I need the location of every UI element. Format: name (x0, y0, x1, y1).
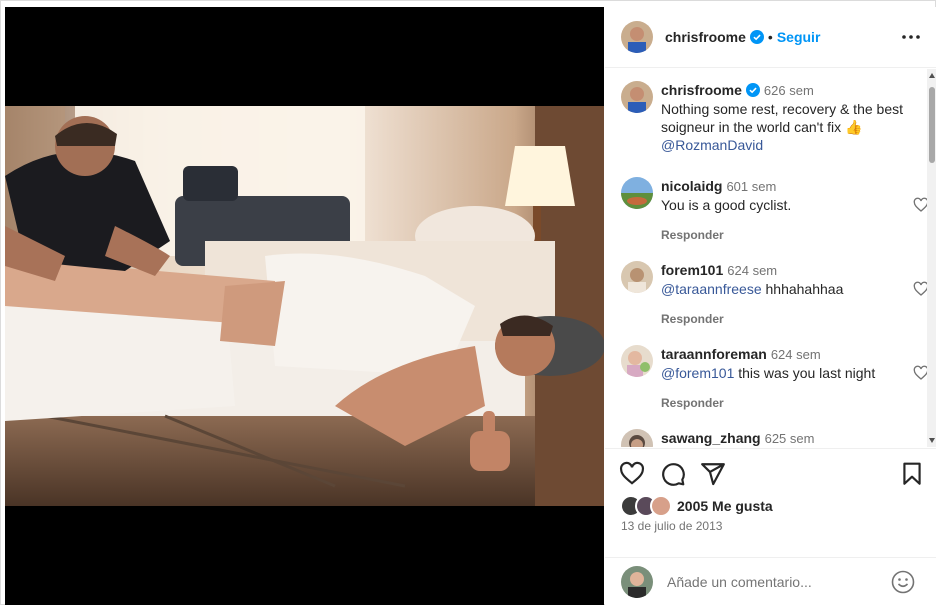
comment-mention-link[interactable]: @taraannfreese (661, 281, 762, 297)
header-separator: • (767, 29, 773, 45)
commenter-avatar[interactable] (621, 261, 653, 293)
like-heart-icon[interactable] (619, 461, 645, 487)
comment-username[interactable]: taraannforeman (661, 346, 767, 362)
scroll-down-arrow-icon[interactable] (929, 438, 935, 443)
post-actions: 2005 Me gusta 13 de julio de 2013 (605, 448, 936, 605)
comment-body: nicolaidg 601 sem You is a good cyclist. … (661, 177, 891, 244)
caption-time[interactable]: 626 sem (764, 83, 814, 98)
comments-scrollbar[interactable] (927, 69, 936, 447)
share-paper-plane-icon[interactable] (700, 461, 726, 487)
comment-bubble-icon[interactable] (660, 461, 686, 487)
scrollbar-thumb[interactable] (929, 87, 935, 163)
reply-button[interactable]: Responder (661, 394, 891, 412)
follow-button[interactable]: Seguir (777, 29, 821, 45)
likes-count[interactable]: 2005 Me gusta (677, 498, 773, 514)
massage-photo (5, 106, 604, 506)
comment-text: @forem101 this was you last night (661, 364, 891, 382)
add-comment-input[interactable] (667, 574, 867, 590)
comment-time[interactable]: 624 sem (727, 263, 777, 278)
scroll-up-arrow-icon[interactable] (929, 73, 935, 78)
comment-username[interactable]: nicolaidg (661, 178, 722, 194)
comment-time[interactable]: 624 sem (771, 347, 821, 362)
instagram-post-modal: chrisfroome • Seguir chrisfroome 626 sem… (0, 0, 936, 605)
comment-row: taraannforeman 624 sem @forem101 this was… (621, 345, 921, 412)
caption-row: chrisfroome 626 sem Nothing some rest, re… (621, 81, 921, 154)
post-date[interactable]: 13 de julio de 2013 (621, 519, 722, 533)
commenter-avatar[interactable] (621, 345, 653, 377)
likers-avatars[interactable] (621, 495, 671, 517)
caption-verified-badge-icon (745, 83, 760, 97)
caption-text: Nothing some rest, recovery & the best s… (661, 101, 903, 135)
comment-text-content: hhhahahhaa (761, 281, 844, 297)
comment-mention-link[interactable]: @forem101 (661, 365, 734, 381)
comment-row: nicolaidg 601 sem You is a good cyclist. … (621, 177, 921, 244)
post-photo[interactable] (5, 106, 604, 506)
comment-text: You is a good cyclist. (661, 197, 792, 213)
save-bookmark-icon[interactable] (899, 461, 925, 487)
add-comment-bar (605, 557, 936, 606)
comment-row: forem101 624 sem @taraannfreese hhhahahha… (621, 261, 921, 328)
post-header: chrisfroome • Seguir (605, 7, 936, 68)
comment-username[interactable]: sawang_zhang (661, 430, 761, 446)
comment-text-content: this was you last night (734, 365, 876, 381)
comment-text: @taraannfreese hhhahahhaa (661, 280, 891, 298)
emoji-smile-icon[interactable] (891, 570, 915, 594)
comment-body: sawang_zhang 625 sem (661, 429, 891, 447)
comment-username[interactable]: forem101 (661, 262, 723, 278)
caption-username[interactable]: chrisfroome (661, 82, 742, 98)
author-avatar[interactable] (621, 21, 653, 53)
verified-badge-icon (749, 30, 764, 44)
comments-list[interactable]: chrisfroome 626 sem Nothing some rest, re… (605, 69, 936, 447)
caption-mention-link[interactable]: @RozmanDavid (661, 136, 911, 154)
comment-row: sawang_zhang 625 sem (621, 429, 921, 447)
more-options-icon[interactable] (901, 27, 921, 47)
caption-body: chrisfroome 626 sem Nothing some rest, re… (661, 81, 911, 154)
comment-body: taraannforeman 624 sem @forem101 this was… (661, 345, 891, 412)
post-media[interactable] (5, 7, 604, 605)
reply-button[interactable]: Responder (661, 310, 891, 328)
commenter-avatar[interactable] (621, 429, 653, 447)
comment-body: forem101 624 sem @taraannfreese hhhahahha… (661, 261, 891, 328)
comment-time[interactable]: 625 sem (765, 431, 815, 446)
post-sidebar: chrisfroome • Seguir chrisfroome 626 sem… (605, 7, 936, 605)
commenter-avatar[interactable] (621, 177, 653, 209)
reply-button[interactable]: Responder (661, 226, 891, 244)
likes-summary[interactable]: 2005 Me gusta (621, 495, 773, 517)
current-user-avatar[interactable] (621, 566, 653, 598)
comment-time[interactable]: 601 sem (726, 179, 776, 194)
author-username[interactable]: chrisfroome (665, 29, 746, 45)
caption-avatar[interactable] (621, 81, 653, 113)
